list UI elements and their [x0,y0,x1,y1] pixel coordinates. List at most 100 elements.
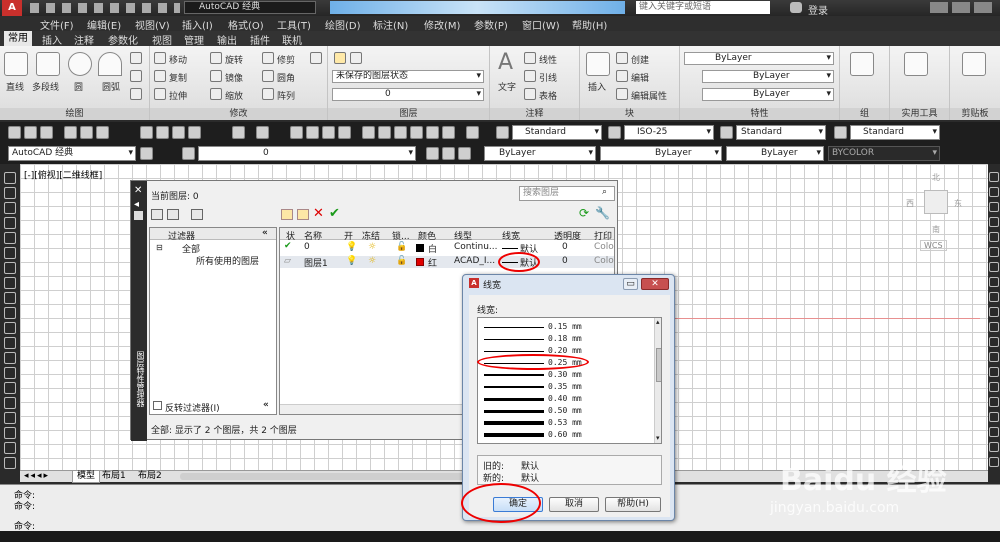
insert-block-icon[interactable] [586,52,610,76]
move-icon[interactable] [154,52,166,64]
lineweight-option[interactable]: 0.15 mm [484,322,652,332]
col-freeze[interactable]: 冻结 [362,229,380,242]
modify-array[interactable]: 阵列 [277,89,295,102]
layer-linetype[interactable]: ACAD_I... [454,256,495,266]
plotstyle-combo-tb[interactable]: BYCOLOR [828,146,940,161]
lineweight-option[interactable]: 0.40 mm [484,394,652,404]
draw-tool-icon[interactable] [4,262,16,274]
tab-manage[interactable]: 管理 [184,32,204,47]
edit-block-icon[interactable] [616,70,628,82]
state-manager-icon[interactable] [191,209,203,220]
modify-tool-icon[interactable] [989,202,999,212]
hatch-icon[interactable] [130,70,142,82]
properties-icon[interactable] [362,126,375,139]
fillet-icon[interactable] [262,70,274,82]
menu-window[interactable]: 窗口(W) [522,17,560,32]
modify-stretch[interactable]: 拉伸 [169,89,187,102]
stretch-icon[interactable] [154,88,166,100]
draw-tool-icon[interactable] [4,322,16,334]
layer-plotstyle[interactable]: Colo [594,242,614,252]
modify-copy[interactable]: 复制 [169,71,187,84]
dim-style-combo[interactable]: ISO-25 [624,125,714,140]
draw-tool-icon[interactable] [4,382,16,394]
preview-icon[interactable] [80,126,93,139]
lineweight-combo-ribbon[interactable]: ByLayer [702,88,834,101]
lineweight-option[interactable]: 0.18 mm [484,334,652,344]
unlock-icon[interactable]: 🔓 [396,256,407,266]
draw-tool-icon[interactable] [4,292,16,304]
new-vp-layer-icon[interactable] [297,209,309,220]
viewcube[interactable]: 北 西 东 南 WCS [906,172,966,252]
tab-home[interactable]: 常用 [4,31,32,46]
col-lock[interactable]: 锁... [392,229,410,242]
tab-layout1[interactable]: 布局1 [102,471,126,482]
layer-transparency[interactable]: 0 [562,256,568,266]
annotation-table[interactable]: 表格 [539,89,557,102]
layer-properties-icon[interactable] [334,52,346,64]
text-icon[interactable]: A [498,50,513,75]
cancel-button[interactable]: 取消 [549,497,599,512]
tab-output[interactable]: 输出 [217,32,237,47]
color-combo-ribbon[interactable]: ByLayer [684,52,834,65]
viewcube-south[interactable]: 南 [932,224,940,235]
pan-icon[interactable] [290,126,303,139]
block-insert-label[interactable]: 插入 [588,80,606,93]
menu-view[interactable]: 视图(V) [135,17,170,32]
modify-tool-icon[interactable] [989,232,999,242]
block-create[interactable]: 创建 [631,53,649,66]
help-button[interactable]: 帮助(H) [605,497,661,512]
tab-view[interactable]: 视图 [152,32,172,47]
col-lineweight[interactable]: 线宽 [502,229,520,242]
sun-icon[interactable]: ☼ [368,256,376,266]
col-linetype[interactable]: 线型 [454,229,472,242]
publish-icon[interactable] [96,126,109,139]
polyline-icon[interactable] [36,52,60,76]
modify-tool-icon[interactable] [989,397,999,407]
settings-icon[interactable]: 🔧 [595,206,610,220]
menu-edit[interactable]: 编辑(E) [87,17,121,32]
lineweight-option[interactable]: 0.53 mm [484,418,652,428]
draw-tool-icon[interactable] [4,247,16,259]
window-controls[interactable] [930,2,996,13]
workspace-combo[interactable]: AutoCAD 经典 [184,1,316,14]
modify-trim[interactable]: 修剪 [277,53,295,66]
col-name[interactable]: 名称 [304,229,322,242]
modify-tool-icon[interactable] [989,322,999,332]
scale-icon[interactable] [210,88,222,100]
modify-tool-icon[interactable] [989,412,999,422]
draw-tool-icon[interactable] [4,427,16,439]
lineweight-scrollbar[interactable]: ▴ ▾ [654,318,661,443]
bulb-on-icon[interactable]: 💡 [346,242,357,252]
region-icon[interactable] [130,88,142,100]
array-icon[interactable] [262,88,274,100]
new-filter-icon[interactable] [151,209,163,220]
draw-tool-icon[interactable] [4,412,16,424]
annotation-leader[interactable]: 引线 [539,71,557,84]
arc-icon[interactable] [98,52,122,76]
zoom-realtime-icon[interactable] [306,126,319,139]
menu-tools[interactable]: 工具(T) [277,17,311,32]
layer-state-icon[interactable] [350,52,362,64]
group-filter-icon[interactable] [167,209,179,220]
lineweight-list[interactable]: 0.15 mm 0.18 mm 0.20 mm 0.25 mm 0.30 mm 0.35 … [477,317,662,444]
save-icon[interactable] [40,126,53,139]
edit-attr-icon[interactable] [616,88,628,100]
erase-icon[interactable] [310,52,322,64]
copy-tb-icon[interactable] [156,126,169,139]
viewport-label[interactable]: [-][俯视][二维线框] [24,168,102,181]
modify-tool-icon[interactable] [989,187,999,197]
login-link[interactable]: 登录 [808,2,828,17]
draw-tool-icon[interactable] [4,277,16,289]
tab-online[interactable]: 联机 [282,32,302,47]
mleader-style-combo[interactable]: Standard [850,125,940,140]
minimize-button[interactable]: ▭ [623,278,638,290]
scroll-down-icon[interactable]: ▾ [656,434,660,442]
rotate-icon[interactable] [210,52,222,64]
lineweight-option[interactable]: 0.35 mm [484,382,652,392]
col-color[interactable]: 颜色 [418,229,436,242]
search-icon[interactable]: ⌕ [602,187,607,197]
draw-tool-icon[interactable] [4,457,16,469]
palette-autohide-icon[interactable]: ◂ [134,199,139,210]
draw-tool-icon[interactable] [4,202,16,214]
layer-combo-tb[interactable]: 0 [198,146,416,161]
